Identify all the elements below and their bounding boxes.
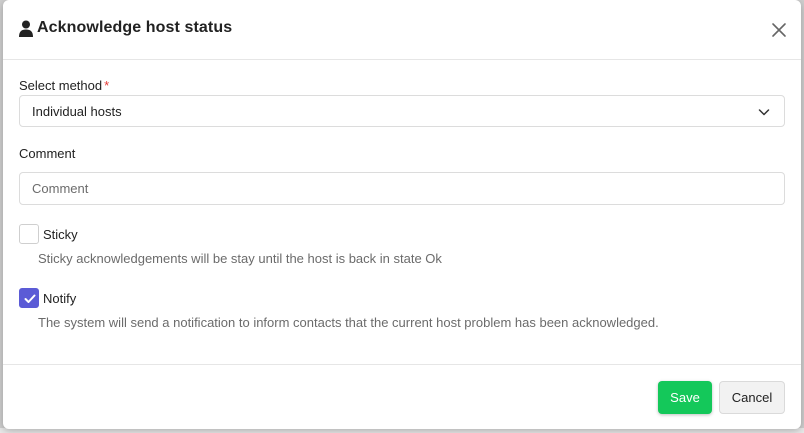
close-icon [772, 23, 786, 37]
save-button[interactable]: Save [658, 381, 712, 414]
notify-label: Notify [43, 290, 77, 306]
required-marker: * [104, 78, 110, 93]
notify-option[interactable]: Notify [19, 288, 76, 308]
user-icon [19, 20, 33, 37]
sticky-option[interactable]: Sticky [19, 224, 78, 244]
sticky-checkbox[interactable] [19, 224, 39, 244]
dialog-header: Acknowledge host status [3, 0, 801, 60]
method-select[interactable]: Individual hosts [19, 95, 785, 127]
dialog-title-wrap: Acknowledge host status [19, 19, 232, 37]
chevron-down-icon [758, 109, 770, 116]
select-method-label: Select method * [19, 78, 109, 93]
sticky-help-text: Sticky acknowledgements will be stay unt… [38, 251, 442, 266]
close-button[interactable] [771, 22, 787, 38]
method-select-value: Individual hosts [32, 104, 122, 119]
acknowledge-dialog: Acknowledge host status Select method * I… [3, 0, 801, 429]
sticky-label: Sticky [43, 226, 78, 242]
checkmark-icon [24, 294, 36, 303]
cancel-button[interactable]: Cancel [719, 381, 785, 414]
notify-checkbox[interactable] [19, 288, 39, 308]
select-method-label-text: Select method [19, 78, 103, 93]
dialog-footer: Save Cancel [3, 364, 801, 429]
dialog-title: Acknowledge host status [37, 19, 233, 36]
notify-help-text: The system will send a notification to i… [38, 315, 659, 330]
comment-input[interactable] [19, 172, 785, 205]
comment-label: Comment [19, 146, 76, 161]
